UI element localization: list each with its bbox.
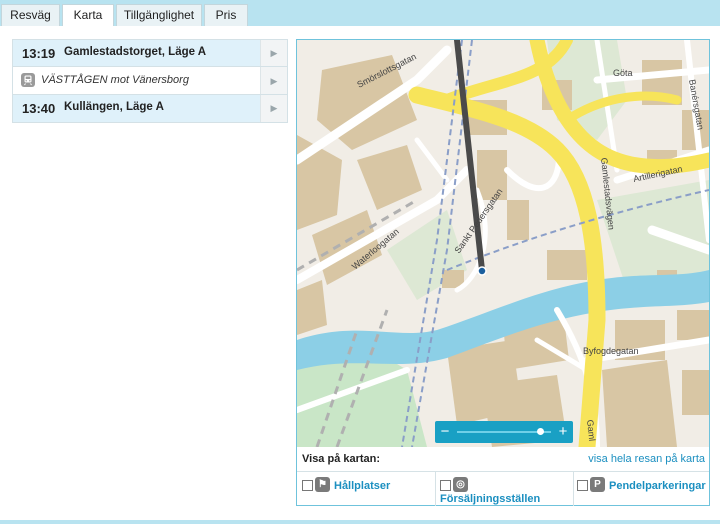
zoom-out-button[interactable]: − bbox=[435, 421, 455, 443]
journey-stop-row[interactable]: 13:40 Kullängen, Läge A ▶ bbox=[13, 95, 287, 122]
tab-karta[interactable]: Karta bbox=[62, 4, 114, 27]
layer-option-forsaljningsstallen[interactable]: ◎ Försäljningsställen bbox=[436, 472, 573, 506]
play-arrow-icon[interactable]: ▶ bbox=[260, 95, 287, 122]
street-label: Byfogdegatan bbox=[583, 346, 639, 356]
layer-options: ⚑ Hållplatser ◎ Försäljningsställen P Pe… bbox=[297, 471, 709, 506]
tab-resvag[interactable]: Resväg bbox=[1, 4, 60, 26]
map-view[interactable]: Smörslottsgatan Göta Banérsgatan Artille… bbox=[297, 40, 709, 447]
play-arrow-icon[interactable]: ▶ bbox=[260, 67, 287, 94]
zoom-in-button[interactable]: + bbox=[553, 421, 573, 443]
ticket-sales-icon: ◎ bbox=[453, 477, 468, 492]
stop-name: Gamlestadstorget, Läge A bbox=[64, 46, 207, 58]
layer-label[interactable]: Försäljningsställen bbox=[440, 493, 540, 505]
map-canvas[interactable]: Smörslottsgatan Göta Banérsgatan Artille… bbox=[297, 40, 709, 447]
street-label: Göta bbox=[613, 68, 633, 78]
stop-name: Kullängen, Läge A bbox=[64, 101, 164, 113]
show-entire-journey-link[interactable]: visa hela resan på karta bbox=[588, 453, 705, 465]
hallplatser-checkbox[interactable] bbox=[302, 480, 313, 491]
bus-stop-icon: ⚑ bbox=[315, 477, 330, 492]
route-end-marker[interactable] bbox=[477, 266, 487, 276]
layer-option-hallplatser[interactable]: ⚑ Hållplatser bbox=[297, 472, 435, 506]
departure-time: 13:19 bbox=[22, 46, 56, 61]
journey-list: 13:19 Gamlestadstorget, Läge A ▶ VÄSTTÅG… bbox=[12, 39, 288, 123]
pendelparkeringar-checkbox[interactable] bbox=[577, 480, 588, 491]
journey-stop-row[interactable]: 13:19 Gamlestadstorget, Läge A ▶ bbox=[13, 40, 287, 67]
zoom-slider-handle[interactable] bbox=[536, 428, 544, 435]
map-layers-panel: Visa på kartan: visa hela resan på karta… bbox=[297, 447, 709, 506]
layer-label[interactable]: Pendelparkeringar bbox=[609, 480, 706, 492]
layer-option-pendelparkeringar[interactable]: P Pendelparkeringar bbox=[574, 472, 709, 506]
leg-name: VÄSTTÅGEN mot Vänersborg bbox=[41, 74, 189, 86]
train-icon bbox=[21, 73, 35, 87]
map-panel: 13:19 Gamlestadstorget, Läge A ▶ VÄSTTÅG… bbox=[0, 26, 720, 520]
layers-title: Visa på kartan: bbox=[302, 453, 381, 465]
forsaljningsstallen-checkbox[interactable] bbox=[440, 480, 451, 491]
layer-label[interactable]: Hållplatser bbox=[334, 480, 390, 492]
tab-tillganglighet[interactable]: Tillgänglighet bbox=[116, 4, 202, 26]
parking-icon: P bbox=[590, 477, 605, 492]
tab-pris[interactable]: Pris bbox=[204, 4, 248, 26]
arrival-time: 13:40 bbox=[22, 101, 56, 116]
zoom-control: − + bbox=[435, 421, 573, 443]
journey-leg-row[interactable]: VÄSTTÅGEN mot Vänersborg ▶ bbox=[13, 67, 287, 95]
play-arrow-icon[interactable]: ▶ bbox=[260, 40, 287, 66]
map-container: Smörslottsgatan Göta Banérsgatan Artille… bbox=[296, 39, 710, 506]
tab-bar: Resväg Karta Tillgänglighet Pris bbox=[0, 0, 720, 27]
